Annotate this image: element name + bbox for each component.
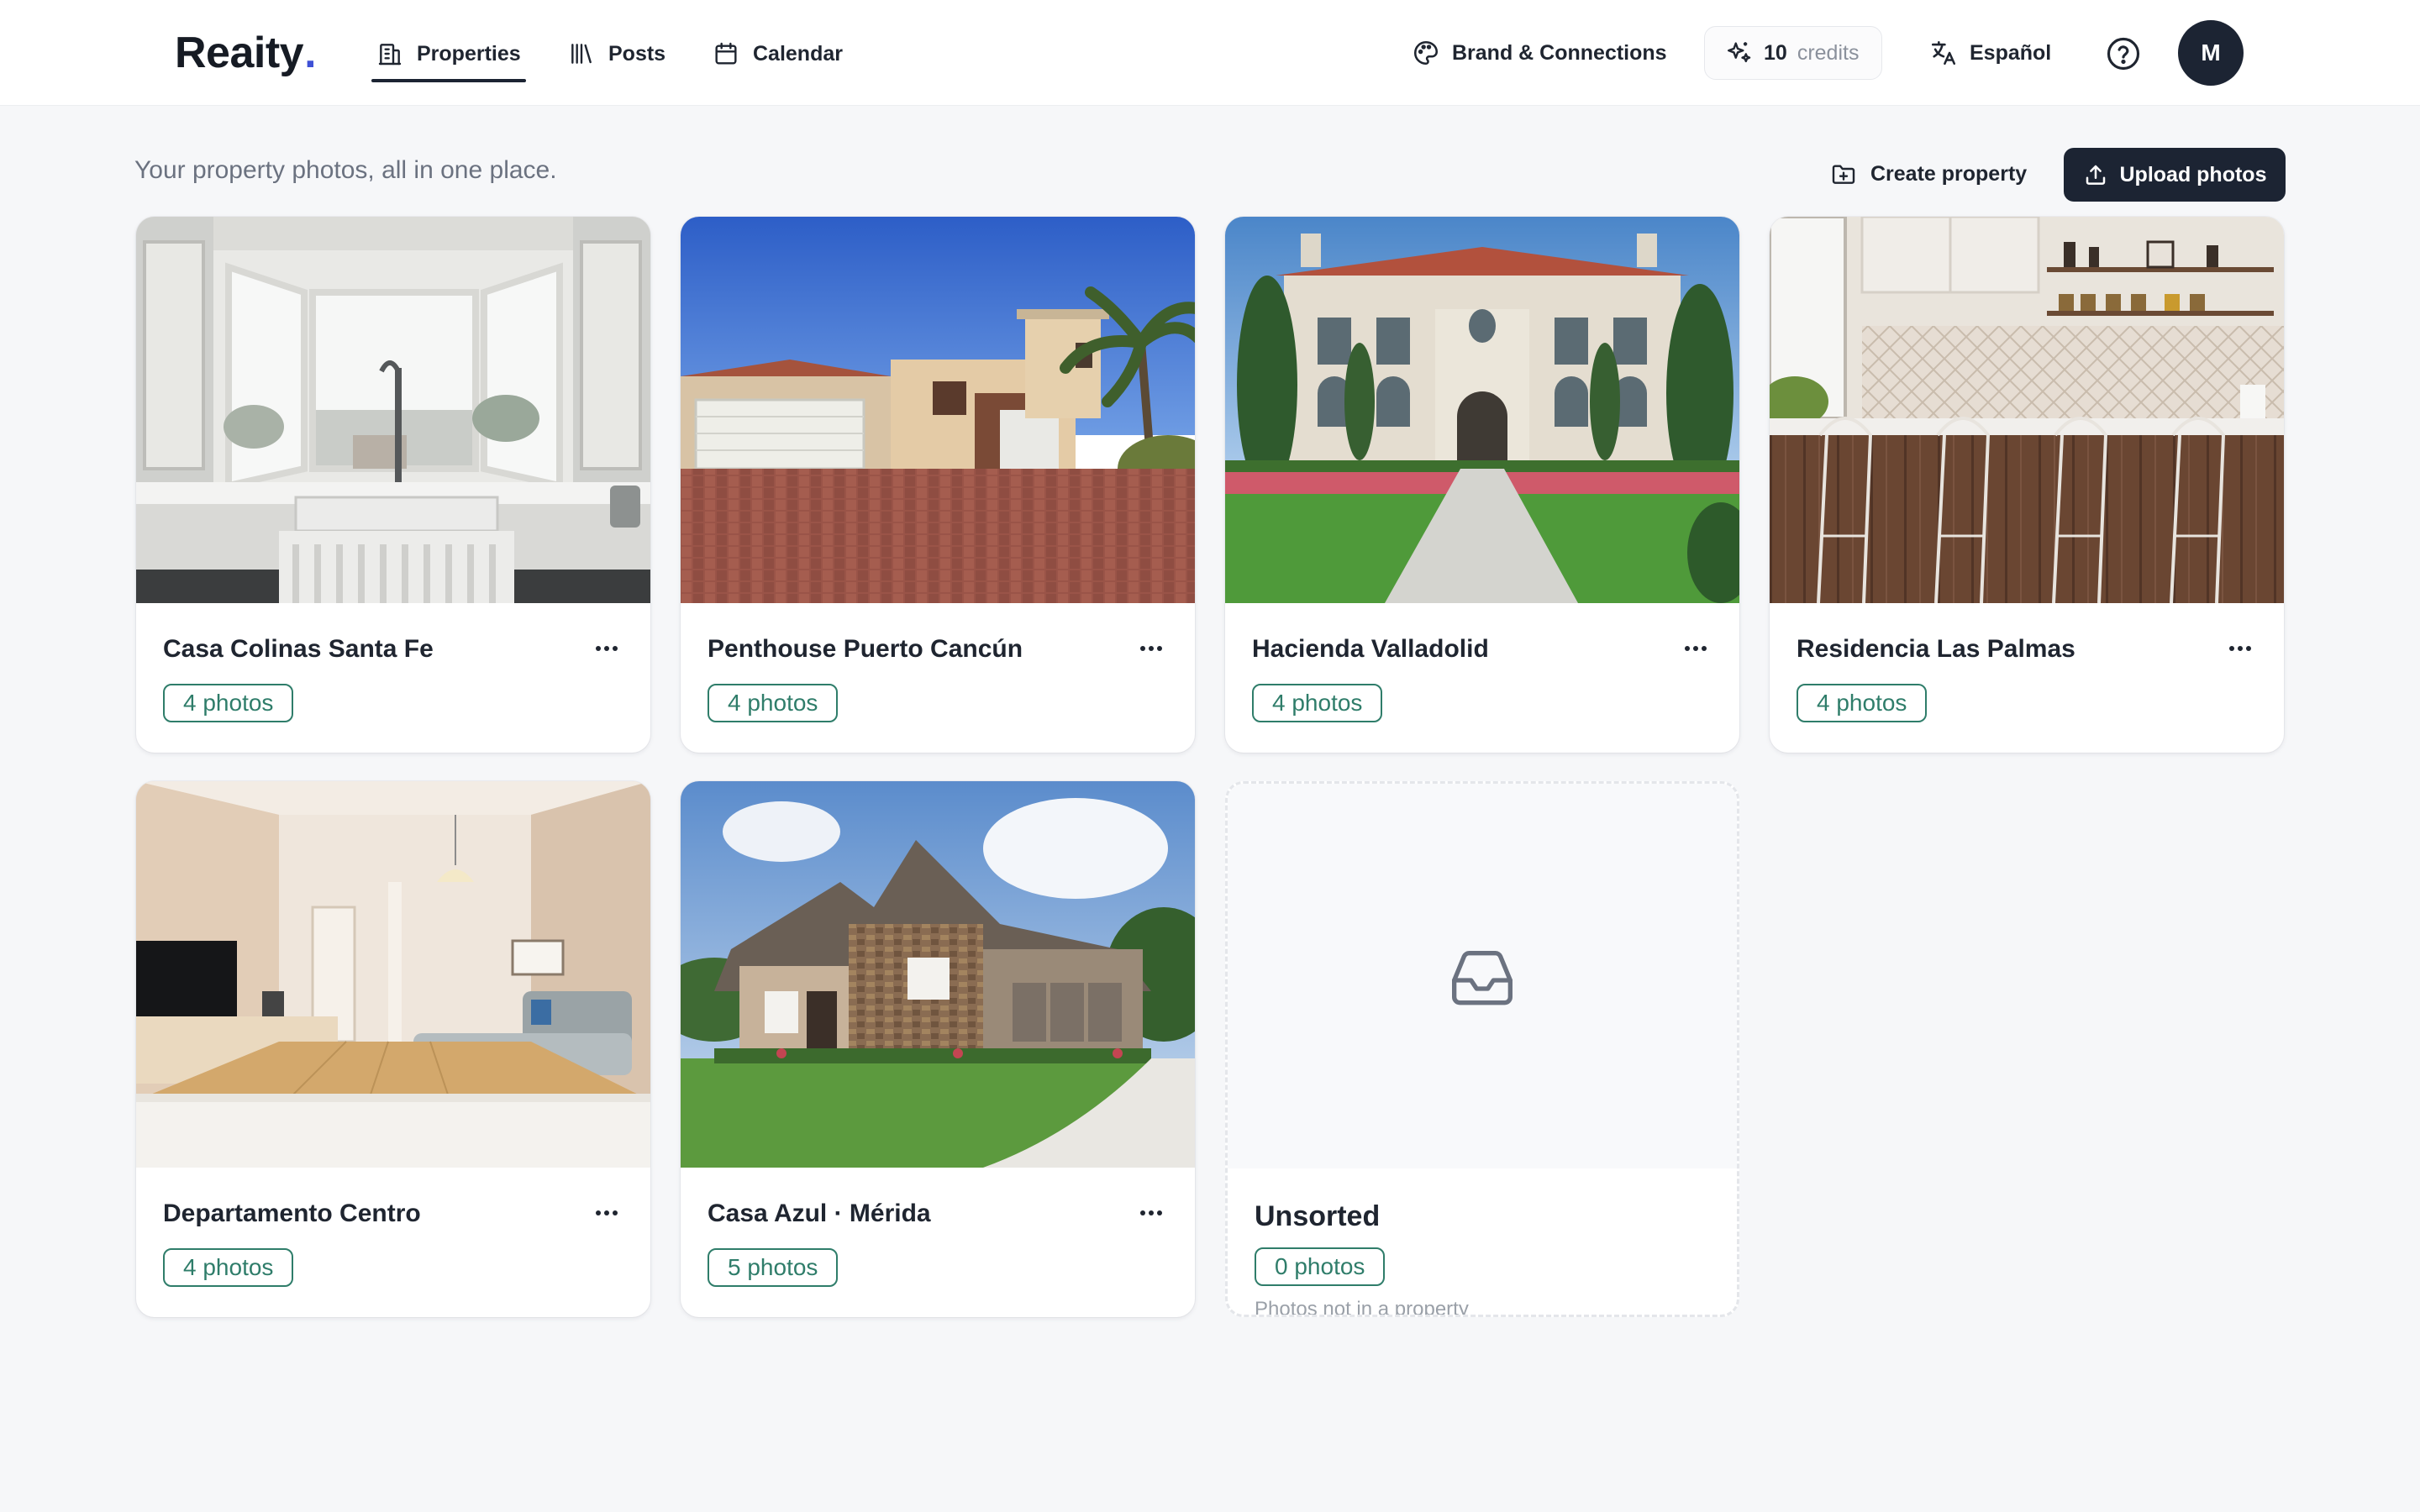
tab-properties[interactable]: Properties xyxy=(371,30,526,82)
more-options-button[interactable] xyxy=(588,1198,625,1228)
user-avatar[interactable]: M xyxy=(2178,20,2244,86)
more-icon xyxy=(2229,646,2251,651)
upload-photos-button[interactable]: Upload photos xyxy=(2064,148,2286,202)
page-tagline: Your property photos, all in one place. xyxy=(134,156,557,184)
tab-calendar[interactable]: Calendar xyxy=(713,30,843,77)
photo-count-badge: 4 photos xyxy=(708,684,839,722)
more-icon xyxy=(1685,646,1707,651)
upload-icon xyxy=(2086,165,2105,185)
more-icon xyxy=(1140,1210,1162,1215)
property-card[interactable]: Penthouse Puerto Cancún 4 photos xyxy=(681,217,1195,753)
property-card[interactable]: Casa Azul · Mérida 5 photos xyxy=(681,781,1195,1317)
photo-count-badge: 4 photos xyxy=(163,684,294,722)
adobe-house-driveway-photo xyxy=(681,217,1195,603)
kitchen-bar-stools-photo xyxy=(1770,217,2284,603)
more-options-button[interactable] xyxy=(2222,633,2259,664)
more-options-button[interactable] xyxy=(1133,633,1170,664)
upload-photos-label: Upload photos xyxy=(2119,162,2267,186)
translate-icon xyxy=(1931,40,1956,66)
property-card[interactable]: Departamento Centro 4 photos xyxy=(136,781,650,1317)
apartment-interior-photo xyxy=(136,781,650,1168)
palette-icon xyxy=(1413,40,1439,66)
more-options-button[interactable] xyxy=(588,633,625,664)
logo-text: Reaity xyxy=(175,29,304,77)
language-label: Español xyxy=(1970,40,2052,65)
brand-connections-button[interactable]: Brand & Connections xyxy=(1412,25,1667,81)
unsorted-description: Photos not in a property xyxy=(1255,1298,1469,1317)
photo-count-badge: 4 photos xyxy=(163,1248,294,1287)
top-navigation-bar: Reaity. Properties Posts Calendar Brand … xyxy=(0,0,2420,106)
property-title[interactable]: Departamento Centro xyxy=(163,1200,421,1228)
language-switcher[interactable]: Español xyxy=(1929,25,2051,81)
library-icon xyxy=(571,44,592,64)
property-title[interactable]: Casa Azul · Mérida xyxy=(708,1200,931,1228)
photo-count-badge: 5 photos xyxy=(708,1248,839,1287)
more-icon xyxy=(596,646,618,651)
property-card[interactable]: Residencia Las Palmas 4 photos xyxy=(1770,217,2284,753)
photo-count-badge: 4 photos xyxy=(1252,684,1383,722)
app-logo[interactable]: Reaity. xyxy=(175,24,317,82)
kitchen-window-photo xyxy=(136,217,650,603)
property-card[interactable]: Casa Colinas Santa Fe 4 photos xyxy=(136,217,650,753)
create-property-label: Create property xyxy=(1870,161,2028,186)
inbox-icon xyxy=(1452,951,1512,1005)
tab-label: Calendar xyxy=(753,41,843,66)
more-icon xyxy=(1140,646,1162,651)
create-property-button[interactable]: Create property xyxy=(1830,150,2027,198)
property-title[interactable]: Residencia Las Palmas xyxy=(1797,635,2075,664)
stone-house-lawn-photo xyxy=(681,781,1195,1168)
sparkles-icon xyxy=(1728,42,1751,63)
property-title[interactable]: Casa Colinas Santa Fe xyxy=(163,635,434,664)
unsorted-card[interactable]: Unsorted 0 photos Photos not in a proper… xyxy=(1225,781,1739,1317)
folder-plus-icon xyxy=(1832,165,1855,184)
credits-word: credits xyxy=(1797,40,1860,65)
calendar-icon xyxy=(715,42,737,65)
more-options-button[interactable] xyxy=(1677,633,1714,664)
unsorted-title: Unsorted xyxy=(1255,1200,1381,1232)
tab-posts[interactable]: Posts xyxy=(568,30,666,77)
credits-count: 10 xyxy=(1764,40,1787,65)
more-options-button[interactable] xyxy=(1133,1198,1170,1228)
brand-connections-label: Brand & Connections xyxy=(1452,40,1667,65)
help-icon[interactable] xyxy=(2106,36,2141,71)
photo-count-badge: 4 photos xyxy=(1797,684,1928,722)
unsorted-placeholder xyxy=(1228,784,1737,1168)
more-icon xyxy=(596,1210,618,1215)
property-title[interactable]: Penthouse Puerto Cancún xyxy=(708,635,1023,664)
tab-label: Properties xyxy=(417,41,521,66)
mansion-garden-photo xyxy=(1225,217,1739,603)
building-icon xyxy=(378,44,402,66)
credits-button[interactable]: 10 credits xyxy=(1704,26,1882,80)
property-card[interactable]: Hacienda Valladolid 4 photos xyxy=(1225,217,1739,753)
logo-dot: . xyxy=(304,29,317,77)
property-title[interactable]: Hacienda Valladolid xyxy=(1252,635,1489,664)
tab-label: Posts xyxy=(608,41,666,66)
photo-count-badge: 0 photos xyxy=(1255,1247,1386,1286)
